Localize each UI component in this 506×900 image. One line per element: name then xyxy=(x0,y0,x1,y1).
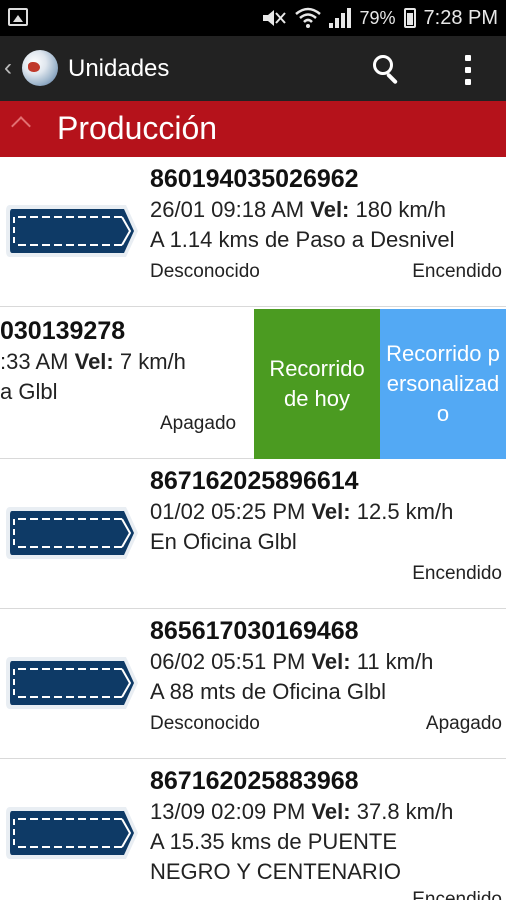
unit-location-line-1: A 15.35 kms de PUENTE xyxy=(150,829,397,854)
unit-engine-state: Encendido xyxy=(412,563,502,584)
group-header[interactable]: Producción xyxy=(0,101,506,157)
unit-status: Desconocido xyxy=(150,261,260,282)
battery-icon xyxy=(403,8,416,28)
globe-logo-icon[interactable] xyxy=(22,50,58,86)
truck-icon xyxy=(6,205,138,257)
unit-datetime-speed: 13/09 02:09 PM Vel: 37.8 km/h xyxy=(150,799,454,824)
unit-datetime-speed: 26/01 09:18 AM Vel: 180 km/h xyxy=(150,197,447,222)
search-button[interactable] xyxy=(369,51,405,87)
today-route-button[interactable]: Recorrido de hoy xyxy=(254,309,380,459)
search-icon xyxy=(373,55,393,75)
custom-route-button[interactable]: Recorrido personalizado xyxy=(380,309,506,459)
unit-engine-state: Encendido xyxy=(412,261,502,282)
unit-datetime-speed: 06/02 05:51 PM Vel: 11 km/h xyxy=(150,649,434,674)
unit-row[interactable]: 860194035026962 26/01 09:18 AM Vel: 180 … xyxy=(0,157,506,307)
unit-status: Desconocido xyxy=(150,713,260,734)
unit-engine-state: Apagado xyxy=(160,413,237,434)
unit-datetime-speed: 01/02 05:25 PM Vel: 12.5 km/h xyxy=(150,499,454,524)
unit-location: A 1.14 kms de Paso a Desnivel xyxy=(150,227,455,252)
action-bar: ‹ Unidades xyxy=(0,36,506,101)
truck-icon xyxy=(6,507,138,559)
back-chevron-icon[interactable]: ‹ xyxy=(4,54,12,82)
unit-row-swiped[interactable]: 030139278 :33 AM Vel: 7 km/h a Glbl Apag… xyxy=(0,309,506,459)
gallery-icon xyxy=(8,8,28,26)
unit-id: 867162025896614 xyxy=(150,467,359,495)
truck-icon xyxy=(6,657,138,709)
unit-datetime-speed: :33 AM Vel: 7 km/h xyxy=(0,349,186,374)
wifi-icon xyxy=(295,7,322,28)
group-title: Producción xyxy=(57,110,218,146)
unit-location: a Glbl xyxy=(0,379,58,404)
truck-icon xyxy=(6,807,138,859)
unit-row[interactable]: 867162025896614 01/02 05:25 PM Vel: 12.5… xyxy=(0,459,506,609)
mute-icon xyxy=(263,10,287,26)
unit-id: 865617030169468 xyxy=(150,617,359,645)
unit-engine-state: Encendido xyxy=(412,889,502,900)
battery-percent: 79% xyxy=(359,7,396,28)
unit-location-line-2: NEGRO Y CENTENARIO xyxy=(150,859,402,884)
collapse-chevron-icon[interactable] xyxy=(11,116,31,136)
clock: 7:28 PM xyxy=(423,6,498,29)
overflow-menu-button[interactable] xyxy=(456,52,480,88)
unit-row[interactable]: 865617030169468 06/02 05:51 PM Vel: 11 k… xyxy=(0,609,506,759)
status-indicators: 79% 7:28 PM xyxy=(261,0,498,36)
units-list[interactable]: 860194035026962 26/01 09:18 AM Vel: 180 … xyxy=(0,157,506,900)
unit-id: 860194035026962 xyxy=(150,165,359,193)
unit-id: 867162025883968 xyxy=(150,767,359,795)
unit-row[interactable]: 867162025883968 13/09 02:09 PM Vel: 37.8… xyxy=(0,759,506,900)
unit-engine-state: Apagado xyxy=(425,713,502,734)
unit-location: En Oficina Glbl xyxy=(150,529,297,554)
unit-id: 030139278 xyxy=(0,317,126,345)
unit-location: A 88 mts de Oficina Glbl xyxy=(150,679,386,704)
page-title: Unidades xyxy=(68,55,170,82)
status-bar: 79% 7:28 PM xyxy=(0,0,506,36)
signal-icon xyxy=(329,8,352,28)
